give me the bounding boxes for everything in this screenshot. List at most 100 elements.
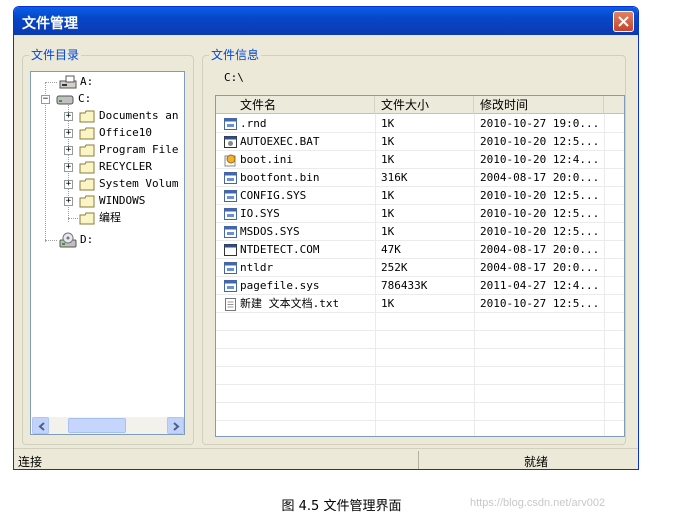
tree-line [45,82,46,242]
expand-toggle[interactable]: + [64,163,73,172]
expand-toggle[interactable]: + [64,129,73,138]
file-name: MSDOS.SYS [240,225,300,238]
file-row[interactable]: NTDETECT.COM 47K 2004-08-17 20:0... [216,241,624,259]
file-modified-time: 2010-10-20 12:5... [480,225,600,238]
file-modified-time: 2010-10-20 12:5... [480,135,600,148]
folder-icon [79,161,95,174]
expand-toggle[interactable]: + [64,180,73,189]
file-size: 1K [381,153,395,166]
file-info-group-label: 文件信息 [209,48,262,62]
file-size: 47K [381,243,401,256]
tree-node-label: System Volum [99,177,179,190]
hard-drive-icon [56,95,74,105]
file-size: 1K [381,117,395,130]
directory-group-label: 文件目录 [29,48,82,62]
file-size: 252K [381,261,408,274]
tree-node-label: Documents an [99,109,179,122]
file-row[interactable]: MSDOS.SYS 1K 2010-10-20 12:5... [216,223,624,241]
file-modified-time: 2010-10-27 12:5... [480,297,600,310]
expand-toggle[interactable]: + [64,146,73,155]
file-name: IO.SYS [240,207,280,220]
text-file-icon [225,298,236,311]
system-file-icon [224,172,237,184]
folder-icon [79,110,95,123]
file-name: pagefile.sys [240,279,320,292]
folder-icon [79,127,95,140]
tree-node-label: Office10 [99,126,152,139]
file-modified-time: 2011-04-27 12:4... [480,279,600,292]
empty-row [216,385,624,403]
cd-drive-icon [59,232,77,248]
system-file-icon [224,208,237,220]
folder-icon [79,178,95,191]
status-ready: 就绪 [524,455,549,469]
column-header-time[interactable]: 修改时间 [474,96,604,114]
file-row[interactable]: .rnd 1K 2010-10-27 19:0... [216,115,624,133]
file-modified-time: 2010-10-20 12:5... [480,189,600,202]
file-name: .rnd [240,117,267,130]
file-modified-time: 2004-08-17 20:0... [480,243,600,256]
status-separator [418,451,419,469]
scroll-thumb[interactable] [68,418,126,433]
file-row[interactable]: bootfont.bin 316K 2004-08-17 20:0... [216,169,624,187]
file-modified-time: 2004-08-17 20:0... [480,261,600,274]
list-header: 文件名 文件大小 修改时间 [216,96,624,114]
file-size: 316K [381,171,408,184]
expand-toggle[interactable]: + [64,112,73,121]
status-connection: 连接 [18,455,43,469]
file-row[interactable]: IO.SYS 1K 2010-10-20 12:5... [216,205,624,223]
tree-node-label: WINDOWS [99,194,146,207]
empty-row [216,349,624,367]
folder-icon [79,144,95,157]
collapse-toggle[interactable]: − [41,95,50,104]
file-row[interactable]: boot.ini 1K 2010-10-20 12:4... [216,151,624,169]
expand-toggle[interactable]: + [64,197,73,206]
empty-row [216,313,624,331]
close-button[interactable] [613,11,634,32]
tree-node-label: C: [78,92,92,105]
file-name: AUTOEXEC.BAT [240,135,320,148]
tree-node-label: D: [80,233,94,246]
tree-horizontal-scrollbar[interactable] [32,417,184,434]
file-row[interactable]: 新建 文本文档.txt 1K 2010-10-27 12:5... [216,295,624,313]
system-file-icon [224,190,237,202]
system-file-icon [224,118,237,130]
file-manager-window: 文件管理 文件目录 文件信息 A: − C: + Documents an + … [13,6,639,470]
file-size: 1K [381,189,395,202]
close-icon [618,16,629,27]
window-title: 文件管理 [22,16,78,32]
arrow-left-icon [38,422,45,431]
empty-row [216,367,624,385]
tree-node-label: RECYCLER [99,160,152,173]
title-bar[interactable]: 文件管理 [14,7,638,35]
file-row[interactable]: CONFIG.SYS 1K 2010-10-20 12:5... [216,187,624,205]
file-size: 1K [381,207,395,220]
column-header-name[interactable]: 文件名 [234,96,375,114]
file-modified-time: 2010-10-27 19:0... [480,117,600,130]
directory-tree[interactable]: A: − C: + Documents an + Office10 + Prog… [30,71,185,435]
folder-icon [79,195,95,208]
file-list[interactable]: 文件名 文件大小 修改时间 .rnd 1K 2010-10-27 19:0... AU… [215,95,625,437]
file-name: NTDETECT.COM [240,243,320,256]
file-name: CONFIG.SYS [240,189,307,202]
scroll-right-button[interactable] [167,417,184,434]
column-header-size[interactable]: 文件大小 [375,96,474,114]
status-bar: 连接 就绪 [14,448,638,469]
system-file-icon [224,280,237,292]
watermark: https://blog.csdn.net/arv002 [470,497,606,509]
empty-row [216,331,624,349]
file-size: 786433K [381,279,428,292]
current-path: C:\ [224,71,244,84]
file-row[interactable]: ntldr 252K 2004-08-17 20:0... [216,259,624,277]
tree-node-label: Program File [99,143,179,156]
batch-file-icon [224,136,237,148]
arrow-right-icon [173,422,180,431]
tree-node-label: 编程 [99,211,121,224]
file-row[interactable]: pagefile.sys 786433K 2011-04-27 12:4... [216,277,624,295]
scroll-left-button[interactable] [32,417,49,434]
com-file-icon [224,244,237,256]
file-name: bootfont.bin [240,171,320,184]
file-row[interactable]: AUTOEXEC.BAT 1K 2010-10-20 12:5... [216,133,624,151]
file-name: 新建 文本文档.txt [240,297,340,310]
file-size: 1K [381,135,395,148]
